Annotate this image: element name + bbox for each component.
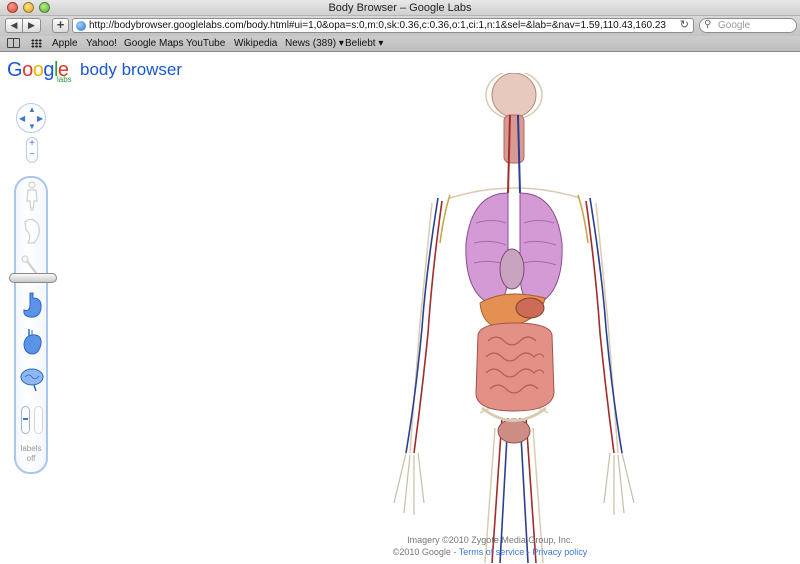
search-placeholder: Google <box>718 20 751 31</box>
pan-up-icon[interactable]: ▲ <box>28 106 36 114</box>
skin-layer-icon[interactable] <box>20 181 44 211</box>
muscle-layer-icon[interactable] <box>20 216 44 246</box>
imagery-credit: Imagery ©2010 Zygote Media Group, Inc. <box>407 535 573 545</box>
search-field[interactable]: ⚲ Google <box>699 18 797 33</box>
copyright-text: ©2010 Google - <box>392 547 457 557</box>
pan-down-icon[interactable]: ▼ <box>28 123 36 131</box>
bookmarks-bar: Apple Yahoo! Google Maps YouTube Wikiped… <box>0 36 800 52</box>
app-title: body browser <box>80 60 183 79</box>
search-icon: ⚲ <box>704 19 712 30</box>
intestines <box>475 322 555 412</box>
labels-toggle[interactable]: labels off <box>16 444 46 464</box>
back-button[interactable]: ◀ <box>5 18 23 33</box>
pan-left-icon[interactable]: ◀ <box>19 115 25 123</box>
globe-icon <box>76 21 86 31</box>
hands <box>393 452 635 515</box>
reload-icon[interactable]: ↻ <box>680 19 689 32</box>
layer-opacity-slider[interactable] <box>9 273 57 283</box>
nervous-layer-icon[interactable] <box>20 364 44 394</box>
pan-right-icon[interactable]: ▶ <box>37 115 43 123</box>
circulatory-layer-icon[interactable] <box>20 326 44 356</box>
pelvis <box>481 406 547 444</box>
minimize-window-button[interactable] <box>23 2 34 13</box>
layer-panel: labels off <box>9 176 57 474</box>
address-bar[interactable]: http://bodybrowser.googlelabs.com/body.h… <box>72 18 694 33</box>
zoom-out-button[interactable]: − <box>27 149 37 160</box>
url-text: http://bodybrowser.googlelabs.com/body.h… <box>89 20 666 31</box>
forward-button[interactable]: ▶ <box>23 18 41 33</box>
browser-toolbar: ◀ ▶ + http://bodybrowser.googlelabs.com/… <box>0 16 800 36</box>
opacity-slider-right[interactable] <box>34 406 43 434</box>
grid-icon[interactable] <box>31 39 42 48</box>
bookmark-google-maps[interactable]: Google Maps <box>124 38 183 49</box>
zoom-in-button[interactable]: + <box>27 138 37 149</box>
head <box>491 73 537 194</box>
bookmark-apple[interactable]: Apple <box>52 38 78 49</box>
labs-label: labs <box>57 75 72 84</box>
bookmark-wikipedia[interactable]: Wikipedia <box>234 38 277 49</box>
zoom-control: + − <box>26 137 38 163</box>
window-title: Body Browser – Google Labs <box>328 2 472 14</box>
attribution-footer: Imagery ©2010 Zygote Media Group, Inc. ©… <box>300 534 680 558</box>
opacity-slider-left[interactable] <box>21 406 30 434</box>
bookmark-news[interactable]: News (389) ▾ <box>285 38 344 49</box>
bookmark-youtube[interactable]: YouTube <box>186 38 225 49</box>
add-bookmark-button[interactable]: + <box>52 18 69 33</box>
organs-layer-icon[interactable] <box>20 290 44 320</box>
book-icon[interactable] <box>7 38 20 48</box>
bookmark-yahoo[interactable]: Yahoo! <box>86 38 117 49</box>
zoom-window-button[interactable] <box>39 2 50 13</box>
close-window-button[interactable] <box>7 2 18 13</box>
page-content: Google labs body browser ▲ ▼ ◀ ▶ + − lab… <box>0 53 800 564</box>
window-title-bar: Body Browser – Google Labs <box>0 0 800 16</box>
anatomy-viewport[interactable] <box>380 73 650 563</box>
privacy-link[interactable]: Privacy policy <box>532 547 587 557</box>
terms-link[interactable]: Terms of service <box>459 547 525 557</box>
bookmark-beliebt[interactable]: Beliebt ▾ <box>345 38 383 49</box>
pan-control[interactable]: ▲ ▼ ◀ ▶ <box>16 103 46 133</box>
